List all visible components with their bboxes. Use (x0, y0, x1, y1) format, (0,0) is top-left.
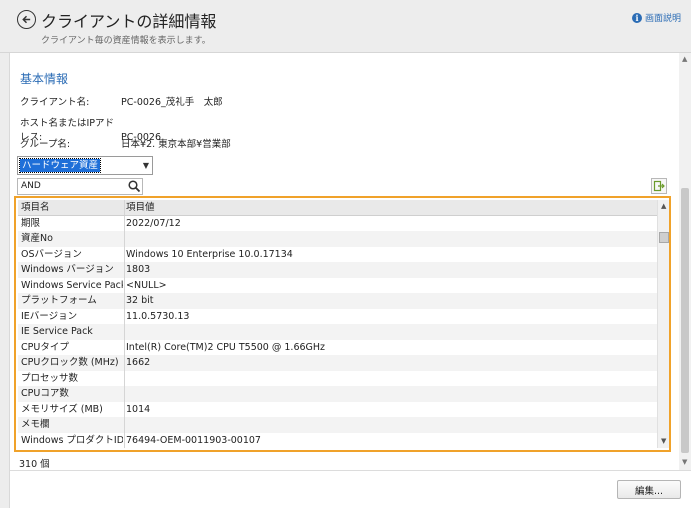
edit-button[interactable]: 編集... (617, 480, 681, 499)
page-subtitle: クライアント毎の資産情報を表示します。 (41, 36, 211, 46)
cell-item-value: 11.0.5730.13 (126, 310, 190, 322)
group-label: グループ名: (20, 139, 71, 150)
cell-item-name: CPUコア数 (21, 388, 69, 399)
table-row[interactable]: Windows バージョン 1803 (18, 262, 657, 278)
cell-item-value: 76494-OEM-0011903-00107 (126, 434, 261, 446)
group-row: グループ名: 日本¥2. 東京本部¥営業部 (20, 136, 231, 150)
page-header: クライアントの詳細情報 クライアント毎の資産情報を表示します。 i 画面説明 (0, 0, 691, 53)
cell-item-name: CPUクロック数 (MHz) (21, 357, 119, 368)
table-row[interactable]: CPUタイプ Intel(R) Core(TM)2 CPU T5500 @ 1.6… (18, 339, 657, 355)
table-row[interactable]: CPUコア数 (18, 386, 657, 402)
table-row[interactable]: メモリサイズ (MB) 1014 (18, 401, 657, 417)
export-icon (653, 180, 665, 192)
table-row[interactable]: IE Service Pack (18, 324, 657, 340)
column-header-item-name[interactable]: 項目名 (21, 200, 123, 215)
cell-item-name: 期限 (21, 217, 41, 229)
item-count: 310 個 (19, 459, 50, 470)
help-link[interactable]: i 画面説明 (631, 11, 681, 24)
client-name-row: クライアント名: PC-0026_茂礼手 太郎 (20, 94, 223, 108)
search-button[interactable] (127, 179, 142, 194)
cell-item-value: 1014 (126, 403, 151, 415)
grid-scroll-down-icon[interactable]: ▼ (661, 437, 666, 445)
cell-item-value (126, 386, 646, 402)
cell-item-name: IEバージョン (21, 310, 78, 322)
client-name-value: PC-0026_茂礼手 太郎 (121, 97, 223, 108)
cell-item-name: Windows プロダクトID (21, 434, 123, 446)
footer-divider (10, 470, 691, 471)
cell-item-value: Windows 10 Enterprise 10.0.17134 (126, 248, 293, 260)
cell-item-value: 1803 (126, 264, 151, 275)
grid-scrollbar[interactable]: ▲ ▼ (657, 200, 669, 448)
help-label: 画面説明 (644, 14, 681, 24)
cell-item-name: プラットフォーム (21, 295, 97, 306)
grid-scroll-up-icon[interactable]: ▲ (661, 202, 666, 210)
table-row[interactable]: IEバージョン 11.0.5730.13 (18, 308, 657, 324)
cell-item-name: IE Service Pack (21, 326, 93, 337)
column-header-item-value[interactable]: 項目値 (126, 200, 646, 215)
cell-item-name: 資産No (21, 233, 53, 244)
cell-item-name: メモリサイズ (MB) (21, 403, 103, 415)
filter-input[interactable]: AND (17, 178, 143, 195)
table-row[interactable]: OSバージョン Windows 10 Enterprise 10.0.17134 (18, 246, 657, 262)
table-row[interactable]: CPUクロック数 (MHz) 1662 (18, 355, 657, 371)
table-row[interactable]: メモ欄 (18, 417, 657, 433)
cell-item-name: Windows Service Pack (21, 279, 123, 291)
page-scroll-down-icon[interactable]: ▼ (682, 458, 687, 466)
cell-item-value (126, 371, 646, 387)
back-arrow-icon (22, 15, 31, 24)
grid-header-row: 項目名 項目値 (18, 200, 657, 216)
category-selected-value: ハードウェア資産 (18, 158, 102, 173)
page-title: クライアントの詳細情報 (41, 12, 217, 31)
client-name-label: クライアント名: (20, 97, 90, 108)
table-row[interactable]: プロセッサ数 (18, 370, 657, 387)
left-border (0, 53, 10, 508)
back-button[interactable] (17, 10, 36, 29)
cell-item-value (126, 231, 646, 247)
cell-item-name: プロセッサ数 (21, 372, 79, 384)
table-row[interactable]: Windows プロダクトID 76494-OEM-0011903-00107 (18, 432, 657, 448)
table-row[interactable]: Windows Service Pack <NULL> (18, 277, 657, 293)
basic-info-title: 基本情報 (20, 72, 69, 86)
cell-item-value: <NULL> (126, 279, 167, 291)
cell-item-name: OSバージョン (21, 248, 82, 260)
asset-grid: 項目名 項目値 期限 2022/07/12 資産No OSバージョン Windows 1… (18, 200, 657, 448)
cell-item-value (126, 417, 646, 433)
page-scroll-up-icon[interactable]: ▲ (682, 55, 687, 63)
cell-item-value: 1662 (126, 357, 151, 368)
table-row[interactable]: 期限 2022/07/12 (18, 215, 657, 231)
chevron-down-icon: ▼ (142, 161, 149, 170)
group-value: 日本¥2. 東京本部¥営業部 (121, 139, 231, 150)
cell-item-value: Intel(R) Core(TM)2 CPU T5500 @ 1.66GHz (126, 341, 326, 353)
cell-item-name: Windows バージョン (21, 264, 114, 275)
search-icon (128, 180, 141, 193)
cell-item-value (126, 324, 646, 340)
grid-scroll-thumb[interactable] (659, 232, 669, 243)
info-icon: i (631, 12, 642, 23)
page-scroll-thumb[interactable] (681, 188, 689, 453)
cell-item-name: CPUタイプ (21, 341, 69, 353)
cell-item-value: 32 bit (126, 295, 154, 306)
asset-grid-frame: 項目名 項目値 期限 2022/07/12 資産No OSバージョン Windows 1… (14, 196, 671, 452)
table-row[interactable]: 資産No (18, 231, 657, 247)
cell-item-name: メモ欄 (21, 419, 50, 430)
table-row[interactable]: プラットフォーム 32 bit (18, 293, 657, 309)
page-scrollbar[interactable]: ▲ ▼ (679, 53, 691, 470)
category-select[interactable]: ハードウェア資産 ▼ (17, 156, 153, 175)
cell-item-value: 2022/07/12 (126, 217, 181, 229)
export-button[interactable] (651, 178, 667, 194)
